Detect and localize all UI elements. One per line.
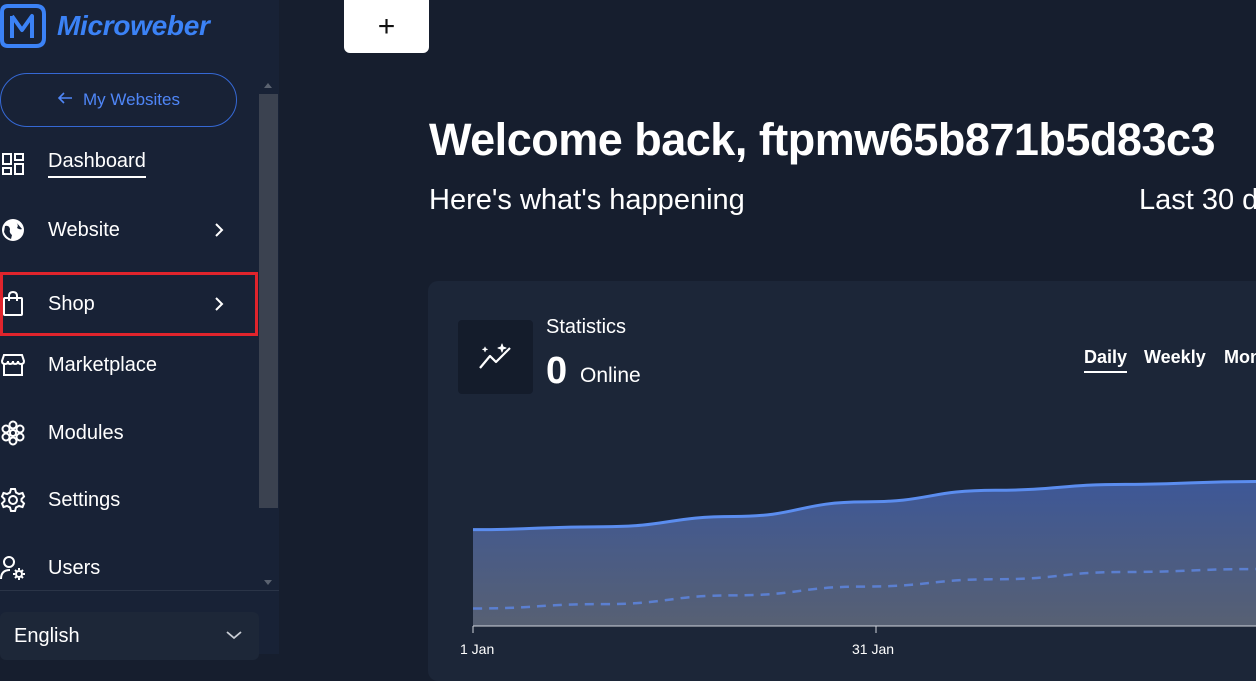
- microweber-logo-icon: [0, 4, 46, 48]
- sidebar-item-label: Modules: [48, 421, 124, 444]
- my-websites-label: My Websites: [83, 90, 180, 109]
- sidebar-item-label: Settings: [48, 488, 121, 511]
- globe-icon: [0, 217, 26, 243]
- language-select[interactable]: English: [0, 612, 259, 660]
- sidebar-item-label: Marketplace: [48, 353, 157, 376]
- brand-logo[interactable]: Microweber: [0, 4, 210, 48]
- add-button[interactable]: +: [344, 0, 429, 53]
- arrow-left-icon: [57, 90, 73, 110]
- language-label: English: [14, 624, 80, 647]
- tab-monthly[interactable]: Mon: [1224, 347, 1256, 368]
- scroll-down-arrow-icon[interactable]: [264, 580, 272, 585]
- sidebar-item-users[interactable]: Users: [0, 539, 258, 597]
- chevron-right-icon: [212, 223, 226, 237]
- sidebar-item-label: Shop: [48, 292, 95, 315]
- sidebar-scrollbar[interactable]: [259, 80, 278, 588]
- sidebar-item-dashboard[interactable]: Dashboard: [0, 135, 258, 193]
- users-gear-icon: [0, 555, 26, 581]
- sidebar-item-label: Dashboard: [48, 150, 146, 178]
- tab-weekly[interactable]: Weekly: [1144, 347, 1206, 368]
- chevron-down-icon: [226, 627, 242, 645]
- shopping-bag-icon: [0, 291, 26, 317]
- sidebar-item-settings[interactable]: Settings: [0, 471, 258, 529]
- scroll-thumb[interactable]: [259, 94, 278, 508]
- sidebar-item-website[interactable]: Website: [0, 201, 258, 259]
- sidebar-item-marketplace[interactable]: Marketplace: [0, 336, 258, 394]
- statistics-title: Statistics: [546, 316, 627, 338]
- period-selector[interactable]: Last 30 d: [1139, 184, 1256, 217]
- sidebar-item-label: Users: [48, 556, 101, 579]
- plus-icon: +: [377, 9, 396, 43]
- divider: [0, 590, 279, 591]
- tab-daily[interactable]: Daily: [1084, 347, 1128, 373]
- brand-name: Microweber: [57, 10, 210, 41]
- storefront-icon: [0, 352, 26, 378]
- my-websites-button[interactable]: My Websites: [0, 73, 237, 127]
- modules-hexagon-icon: [0, 420, 26, 446]
- page-title: Welcome back, ftpmw65b871b5d83c3: [429, 114, 1216, 165]
- x-tick-label: 31 Jan: [852, 641, 894, 654]
- scroll-up-arrow-icon[interactable]: [264, 83, 272, 88]
- page-subtitle: Here's what's happening: [429, 184, 745, 216]
- chevron-right-icon: [212, 297, 226, 311]
- sidebar-item-label: Website: [48, 218, 120, 241]
- dashboard-grid-icon: [0, 151, 26, 177]
- statistics-area-chart: 1 Jan 31 Jan: [460, 479, 1256, 654]
- x-tick-label: 1 Jan: [460, 641, 494, 654]
- online-label: Online: [580, 364, 641, 387]
- sidebar-item-modules[interactable]: Modules: [0, 404, 258, 462]
- online-count: 0: [546, 350, 568, 392]
- sidebar-item-shop[interactable]: Shop: [0, 272, 258, 336]
- sidebar: Microweber My Websites Dashboard Website: [0, 0, 279, 660]
- gear-icon: [0, 487, 26, 513]
- statistics-sparkle-chart-icon: [458, 320, 533, 394]
